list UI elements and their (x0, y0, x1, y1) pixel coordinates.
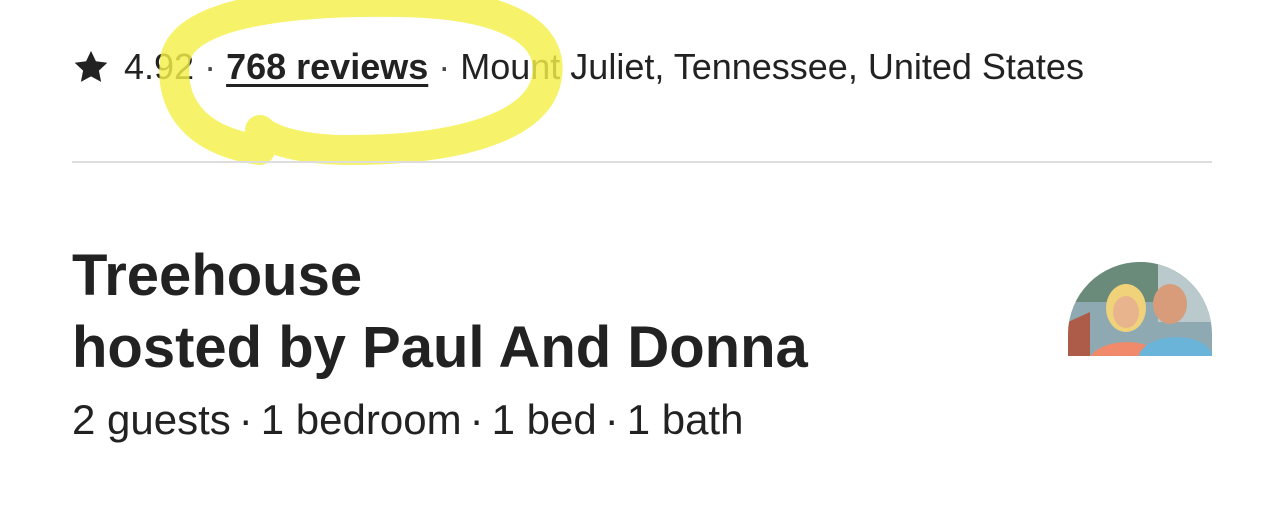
detail-baths: 1 bath (626, 396, 744, 443)
separator-dot: · (604, 396, 619, 443)
detail-bedrooms: 1 bedroom (260, 396, 462, 443)
listing-title: Treehouse hosted by Paul And Donna (72, 240, 972, 384)
rating-score: 4.92 (124, 46, 195, 87)
star-icon (74, 50, 108, 82)
rating-summary: 4.92 · 768 reviews · Mount Juliet, Tenne… (72, 44, 1084, 90)
separator-dot: · (469, 396, 484, 443)
separator-dot: · (204, 46, 217, 87)
listing-header: 4.92 · 768 reviews · Mount Juliet, Tenne… (0, 0, 1284, 516)
host-photo-icon (1068, 262, 1212, 356)
detail-guests: 2 guests (72, 396, 231, 443)
detail-beds: 1 bed (491, 396, 597, 443)
reviews-link[interactable]: 768 reviews (226, 44, 428, 90)
divider (72, 161, 1212, 163)
location-text: Mount Juliet, Tennessee, United States (460, 46, 1084, 87)
separator-dot: · (238, 396, 253, 443)
listing-details: 2 guests · 1 bedroom · 1 bed · 1 bath (72, 394, 743, 446)
separator-dot: · (438, 46, 451, 87)
host-avatar[interactable] (1068, 262, 1212, 356)
listing-type: Treehouse (72, 243, 363, 308)
host-line: hosted by Paul And Donna (72, 315, 808, 380)
